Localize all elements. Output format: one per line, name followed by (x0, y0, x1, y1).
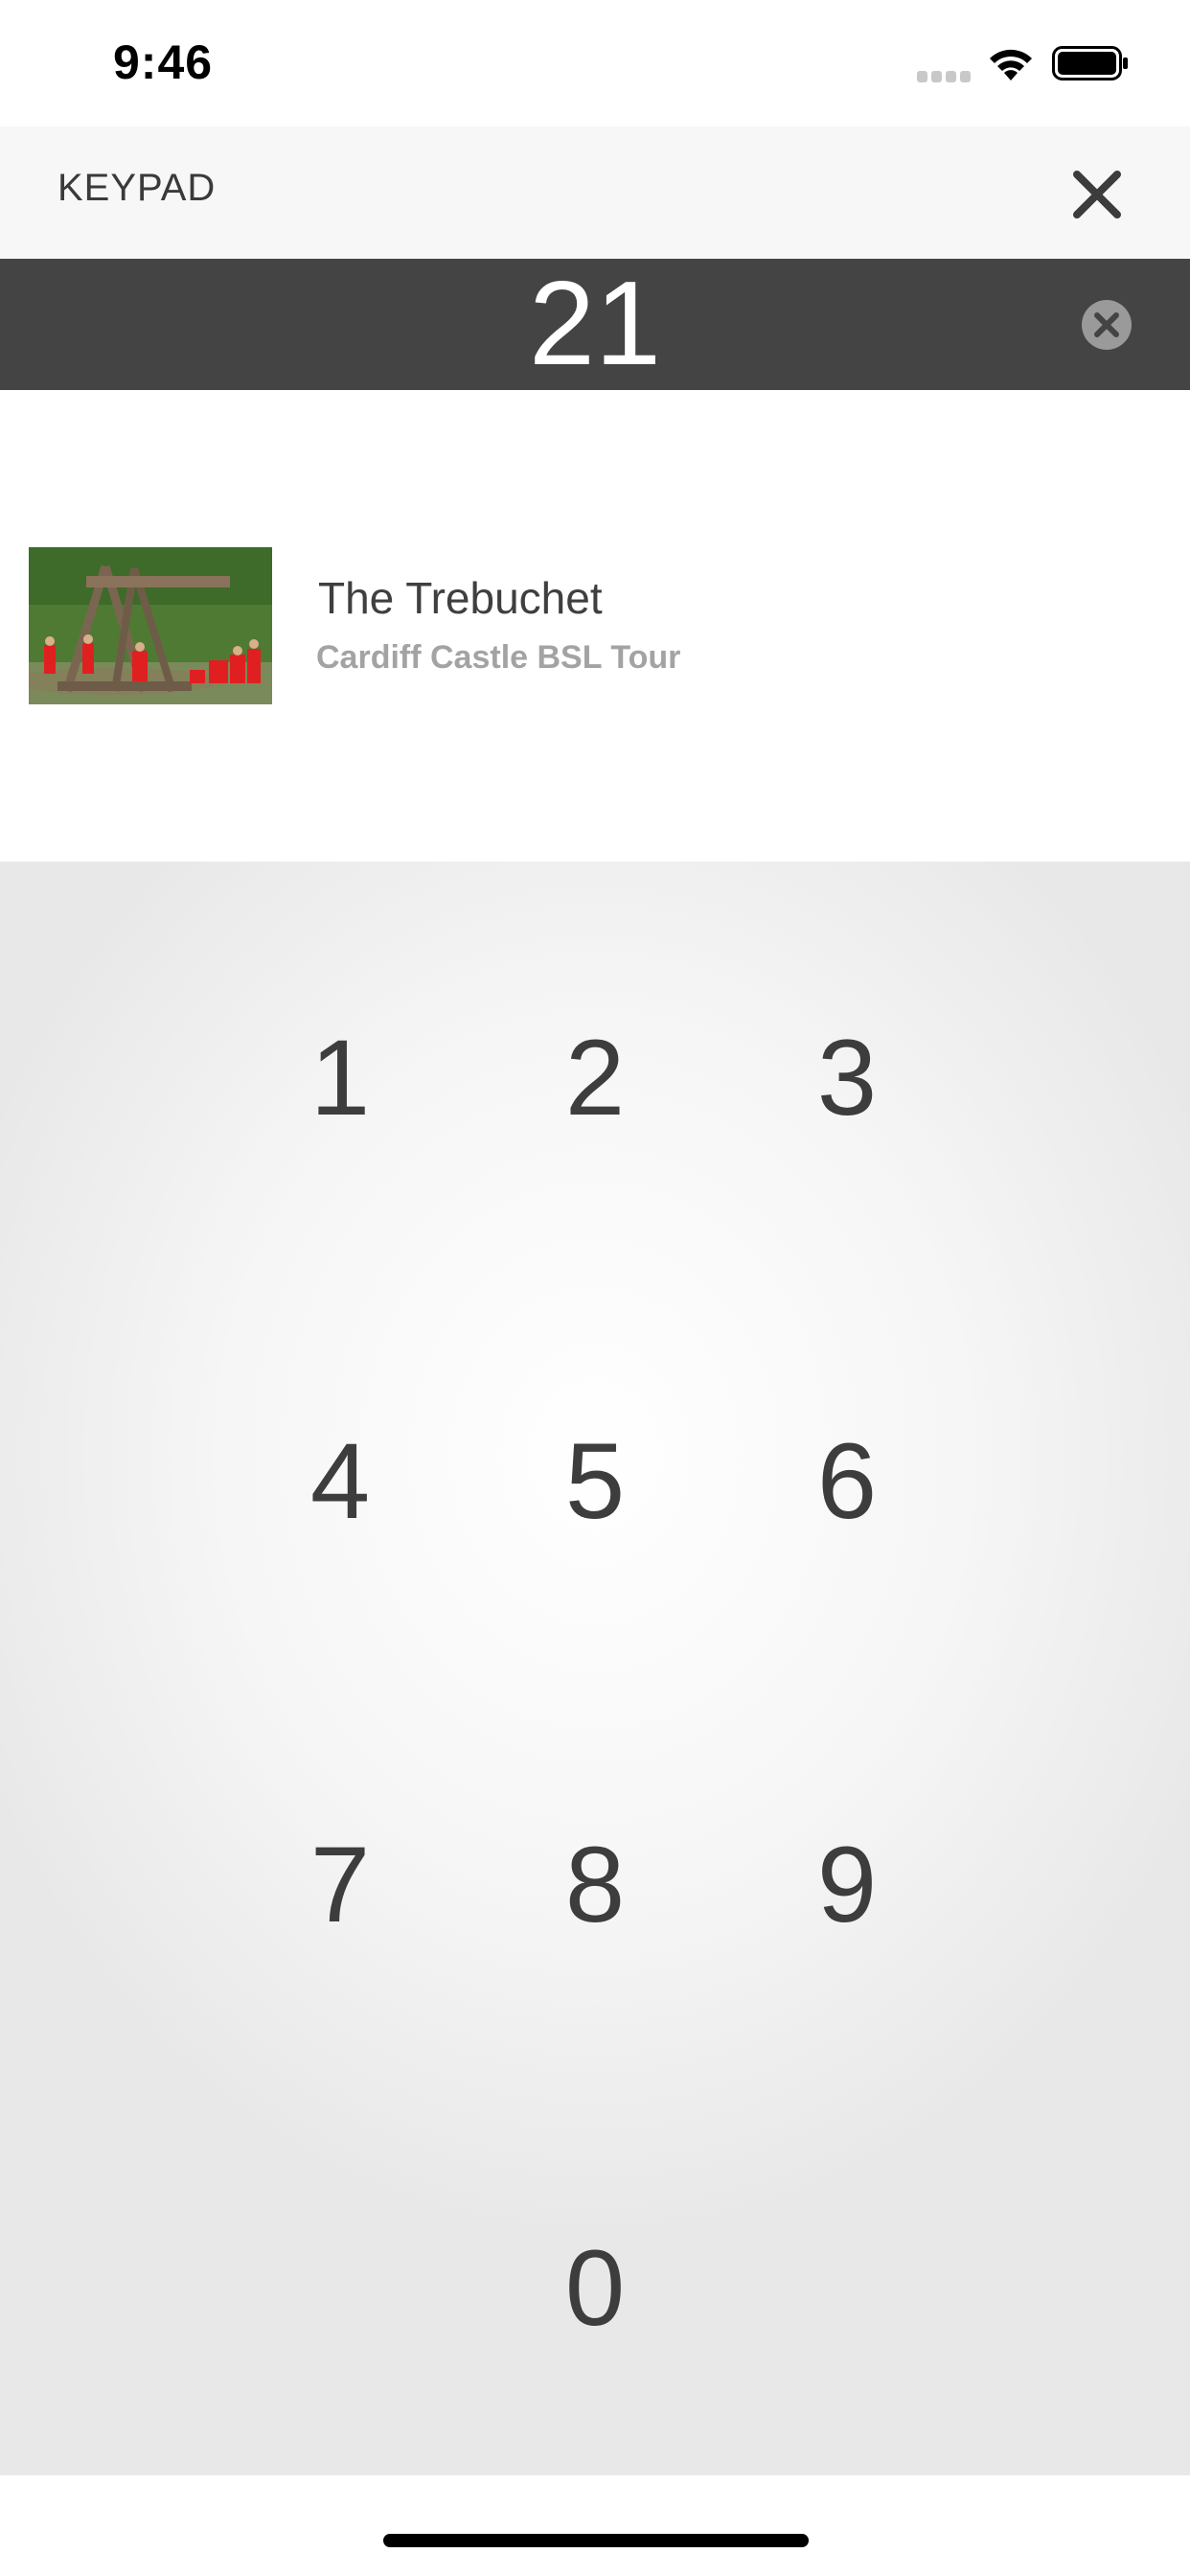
key-3[interactable]: 3 (732, 973, 962, 1184)
page-title: KEYPAD (57, 167, 217, 209)
result-area: The Trebuchet Cardiff Castle BSL Tour (0, 390, 1190, 862)
key-1[interactable]: 1 (225, 973, 455, 1184)
key-7[interactable]: 7 (225, 1780, 455, 1990)
clear-circle-icon (1082, 300, 1132, 350)
key-8[interactable]: 8 (480, 1780, 710, 1990)
entered-number: 21 (529, 258, 661, 390)
signal-icon (917, 71, 971, 82)
battery-icon (1052, 46, 1128, 80)
number-keypad: 1 2 3 4 5 6 7 8 9 0 (0, 862, 1190, 2475)
key-4[interactable]: 4 (225, 1376, 455, 1587)
key-9[interactable]: 9 (732, 1780, 962, 1990)
key-2[interactable]: 2 (480, 973, 710, 1184)
key-6[interactable]: 6 (732, 1376, 962, 1587)
key-0[interactable]: 0 (480, 2183, 710, 2394)
result-title: The Trebuchet (318, 573, 603, 623)
wifi-icon (990, 49, 1032, 80)
trebuchet-thumbnail (29, 547, 272, 704)
keypad-header: KEYPAD (0, 126, 1190, 259)
entry-display: 21 (0, 259, 1190, 390)
result-item[interactable]: The Trebuchet Cardiff Castle BSL Tour (0, 547, 1190, 708)
result-subtitle: Cardiff Castle BSL Tour (316, 639, 681, 676)
home-indicator[interactable] (383, 2534, 809, 2547)
status-bar: 9:46 (0, 0, 1190, 126)
clear-button[interactable] (1081, 299, 1133, 351)
status-time: 9:46 (113, 35, 214, 89)
keypad-screen: 9:46 KEYPAD 21 The Trebuchet Cardiff Cas… (0, 0, 1190, 2576)
key-5[interactable]: 5 (480, 1376, 710, 1587)
close-icon (1073, 171, 1121, 218)
close-button[interactable] (1064, 161, 1131, 228)
